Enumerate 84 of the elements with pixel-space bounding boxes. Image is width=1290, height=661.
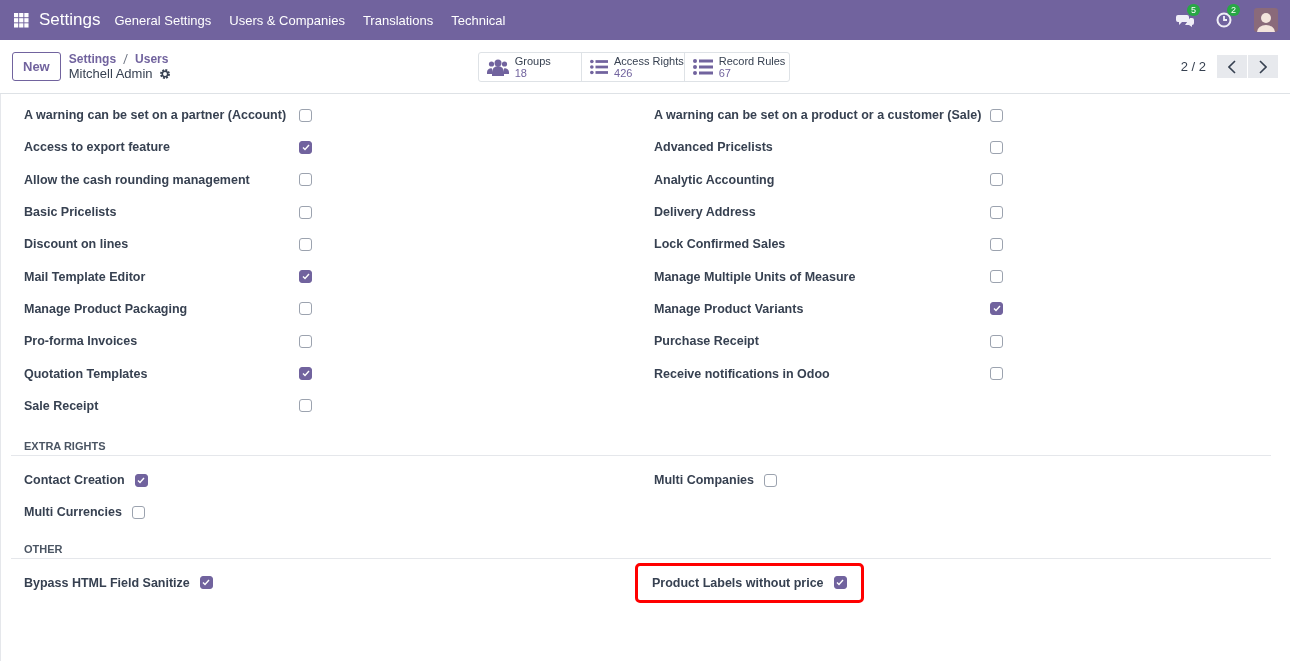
checkmark-icon xyxy=(836,579,845,587)
chevron-left-icon xyxy=(1228,59,1236,74)
field-label: Access to export feature xyxy=(24,140,171,155)
record-title: Mitchell Admin xyxy=(68,66,153,81)
field-label: Pro-forma Invoices xyxy=(24,334,139,349)
checkbox[interactable] xyxy=(299,108,312,122)
checkmark-icon xyxy=(301,273,310,281)
checkbox[interactable] xyxy=(833,576,847,590)
chevron-right-icon xyxy=(1259,59,1267,74)
checkbox[interactable] xyxy=(134,473,148,487)
new-button[interactable]: New xyxy=(12,52,61,81)
menu-item[interactable]: Technical xyxy=(451,12,506,28)
smart-button[interactable]: Groups 18 xyxy=(477,51,582,82)
field-label: Discount on lines xyxy=(24,237,130,252)
checkbox[interactable] xyxy=(299,270,312,284)
checkbox[interactable] xyxy=(299,302,312,316)
checkbox[interactable] xyxy=(299,237,312,251)
field-label: Allow the cash rounding management xyxy=(24,172,251,187)
checkbox[interactable] xyxy=(990,302,1003,316)
field-label: Basic Pricelists xyxy=(24,205,118,220)
checkbox[interactable] xyxy=(764,473,777,487)
checkbox[interactable] xyxy=(299,173,312,187)
field-label: Product Labels without price xyxy=(652,575,824,590)
menu-item[interactable]: Users & Companies xyxy=(229,12,345,28)
field-label: Bypass HTML Field Sanitize xyxy=(24,575,190,590)
previous-button[interactable] xyxy=(1217,55,1247,78)
checkbox[interactable] xyxy=(990,270,1003,284)
gear-icon[interactable] xyxy=(158,67,171,80)
field-label: Delivery Address xyxy=(654,205,757,220)
clock-icon[interactable] xyxy=(1216,12,1232,28)
avatar-icon[interactable] xyxy=(1254,8,1278,32)
field-label: Sale Receipt xyxy=(24,398,100,413)
field-label: Quotation Templates xyxy=(24,366,149,381)
checkmark-icon xyxy=(202,579,211,587)
menu-item[interactable]: General Settings xyxy=(114,12,212,28)
field-label: Advanced Pricelists xyxy=(654,140,774,155)
field-label: Multi Companies xyxy=(654,473,754,488)
smart-button[interactable]: Access Rights 426 xyxy=(580,51,685,82)
checkbox[interactable] xyxy=(990,367,1003,380)
checkbox[interactable] xyxy=(990,205,1003,219)
field-label: Manage Product Variants xyxy=(654,301,805,316)
checkbox[interactable] xyxy=(131,505,145,519)
checkbox[interactable] xyxy=(299,140,312,154)
menu-item[interactable]: Translations xyxy=(362,12,434,28)
field-label: Manage Product Packaging xyxy=(24,301,189,316)
checkbox[interactable] xyxy=(299,367,312,380)
checkbox[interactable] xyxy=(990,108,1003,122)
pager-counter: 2 / 2 xyxy=(1180,59,1206,74)
checkbox[interactable] xyxy=(199,576,213,590)
checkbox[interactable] xyxy=(299,334,312,348)
field-label: Receive notifications in Odoo xyxy=(654,366,831,381)
next-button[interactable] xyxy=(1248,55,1278,78)
notification-badge: 5 xyxy=(1187,4,1200,16)
field-label: Contact Creation xyxy=(24,473,125,488)
users-icon xyxy=(486,57,509,76)
apps-grid-icon[interactable] xyxy=(14,12,29,28)
field-label: Multi Currencies xyxy=(24,505,122,520)
checkmark-icon xyxy=(137,476,146,484)
list-icon xyxy=(589,58,609,75)
list-icon xyxy=(692,58,713,75)
checkmark-icon xyxy=(301,370,310,377)
checkmark-icon xyxy=(301,143,310,151)
field-label: Mail Template Editor xyxy=(24,269,147,284)
breadcrumb-link[interactable]: Settings xyxy=(68,52,117,66)
field-label: Analytic Accounting xyxy=(654,172,776,187)
app-title[interactable]: Settings xyxy=(39,10,101,30)
checkmark-icon xyxy=(992,305,1001,313)
breadcrumb-link[interactable]: Users xyxy=(135,52,169,66)
checkbox[interactable] xyxy=(990,334,1003,348)
smart-button[interactable]: Record Rules 67 xyxy=(683,51,790,82)
section-heading: OTHER xyxy=(11,542,1271,559)
checkbox[interactable] xyxy=(990,140,1003,154)
field-label: A warning can be set on a product or a customer (Sale) xyxy=(654,108,980,123)
checkbox[interactable] xyxy=(990,237,1003,251)
section-heading: EXTRA RIGHTS xyxy=(11,439,1271,456)
checkbox[interactable] xyxy=(990,173,1003,187)
field-label: Purchase Receipt xyxy=(654,334,760,349)
checkbox[interactable] xyxy=(299,205,312,219)
checkbox[interactable] xyxy=(299,399,312,413)
field-label: A warning can be set on a partner (Account) xyxy=(24,108,288,123)
field-label: Manage Multiple Units of Measure xyxy=(654,269,857,284)
field-label: Lock Confirmed Sales xyxy=(654,237,787,252)
chat-icon[interactable] xyxy=(1176,12,1194,28)
notification-badge: 2 xyxy=(1227,4,1240,16)
